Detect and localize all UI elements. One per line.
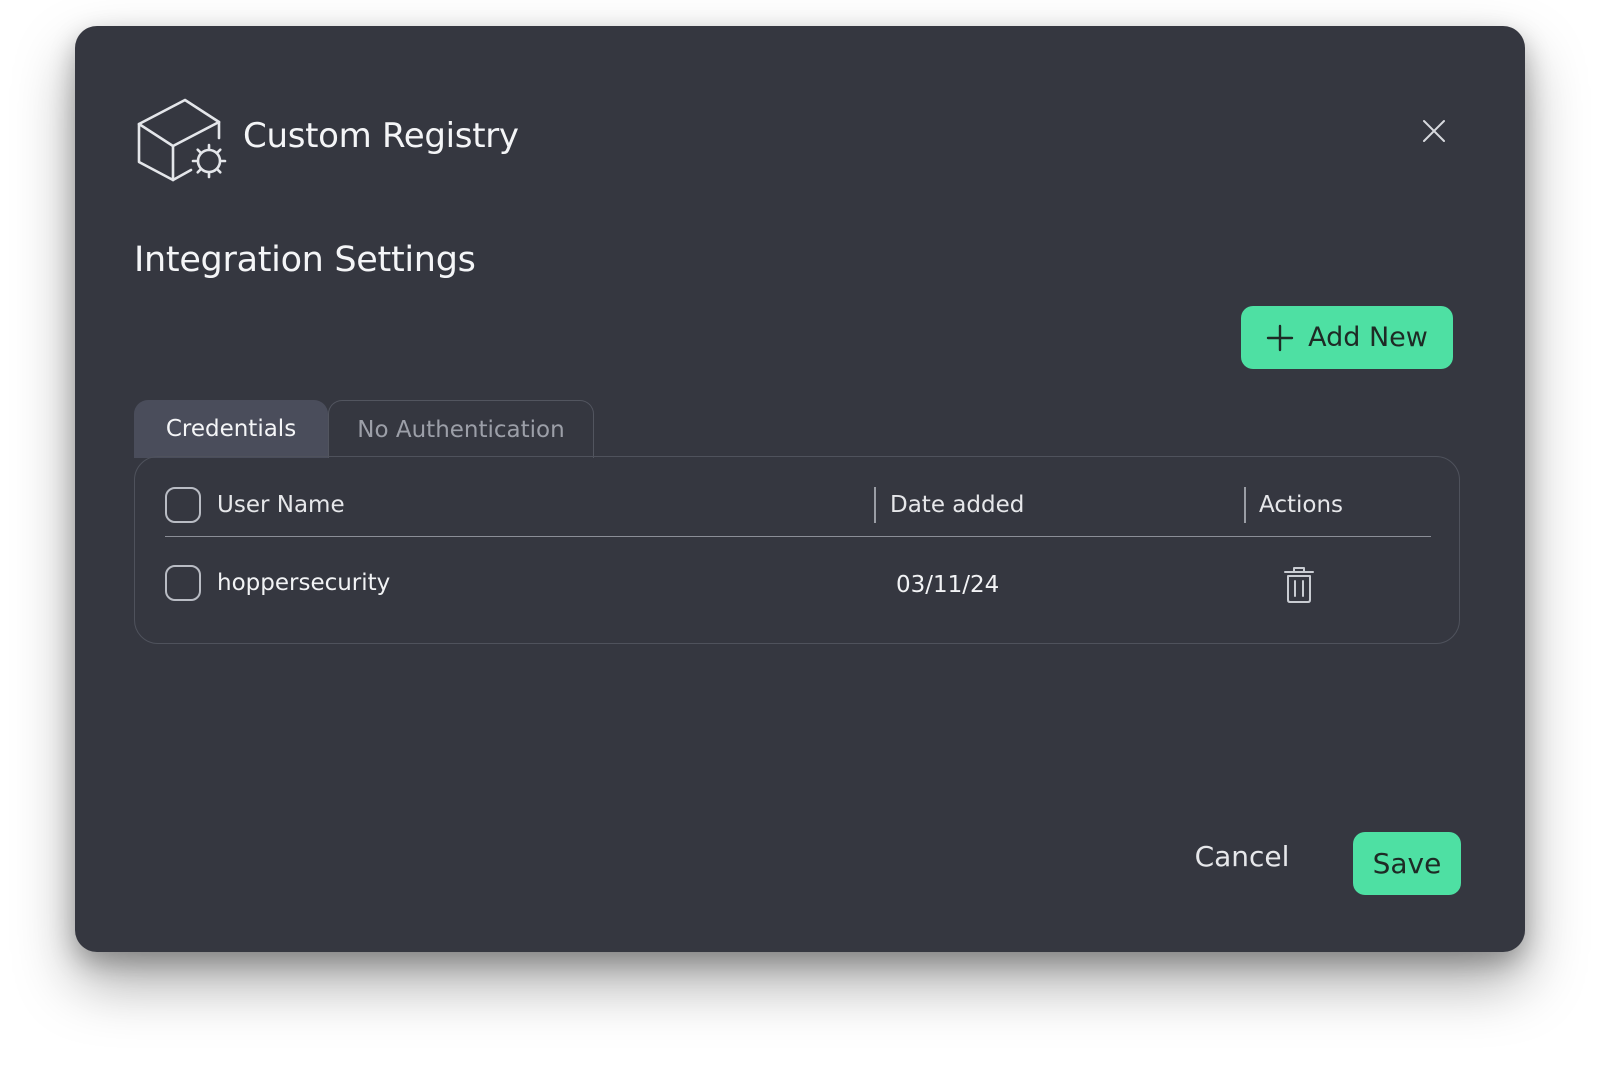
column-header-date-added: Date added: [890, 492, 1025, 518]
plus-icon: [1266, 324, 1294, 352]
header-actions-cell: Actions: [1259, 487, 1343, 523]
section-title: Integration Settings: [134, 240, 476, 280]
table-row: hoppersecurity 03/11/24: [165, 565, 1431, 605]
header-date-cell: Date added: [890, 487, 1024, 523]
modal-header: Custom Registry: [137, 90, 519, 182]
column-divider: [874, 487, 876, 523]
add-new-label: Add New: [1308, 322, 1428, 353]
header-user-name-cell: User Name: [165, 487, 345, 523]
tab-bar: Credentials No Authentication: [134, 400, 594, 458]
delete-button[interactable]: [1283, 566, 1315, 604]
actions-cell: [1283, 565, 1315, 605]
row-checkbox[interactable]: [165, 565, 201, 601]
close-button[interactable]: [1417, 114, 1451, 148]
column-divider: [1244, 487, 1246, 523]
cancel-button[interactable]: Cancel: [1187, 826, 1297, 886]
add-new-button[interactable]: Add New: [1241, 306, 1453, 369]
column-header-actions: Actions: [1259, 492, 1344, 518]
column-header-user-name: User Name: [217, 492, 345, 518]
date-added-cell: 03/11/24: [896, 567, 999, 603]
custom-registry-modal: Custom Registry Integration Settings Add…: [75, 26, 1525, 952]
save-button[interactable]: Save: [1353, 832, 1461, 895]
user-name-cell: hoppersecurity: [165, 565, 390, 601]
user-name-value: hoppersecurity: [217, 570, 391, 596]
app-title: Custom Registry: [243, 116, 519, 156]
select-all-checkbox[interactable]: [165, 487, 201, 523]
tab-credentials[interactable]: Credentials: [134, 400, 328, 458]
date-added-value: 03/11/24: [896, 572, 1000, 598]
credentials-table: User Name Date added Actions hoppersecur…: [134, 456, 1460, 644]
package-gear-icon: [137, 98, 227, 182]
tab-no-authentication[interactable]: No Authentication: [328, 400, 594, 458]
table-header: User Name Date added Actions: [165, 487, 1431, 537]
close-icon: [1423, 120, 1445, 142]
trash-icon: [1284, 567, 1314, 603]
